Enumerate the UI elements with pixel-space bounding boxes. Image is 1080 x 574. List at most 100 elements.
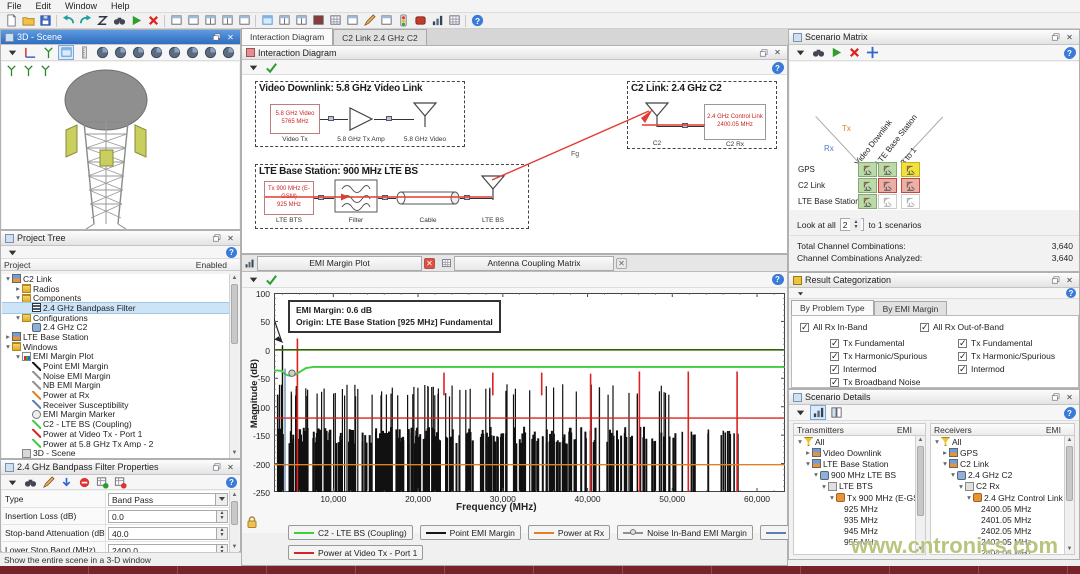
move-window-icon[interactable] (864, 45, 880, 60)
layout-left-icon[interactable] (276, 13, 292, 28)
help-icon[interactable]: ? (226, 247, 237, 258)
out-of-band-checkbox-intermod[interactable]: Intermod (958, 364, 1005, 374)
run-analysis-icon[interactable] (128, 13, 144, 28)
video-tx-component[interactable]: 5.8 GHz Video 5765 MHz (270, 104, 320, 134)
close-button[interactable]: ✕ (225, 233, 236, 243)
triad-icon[interactable] (22, 64, 35, 77)
float-button[interactable] (211, 233, 222, 243)
triad-icon[interactable] (5, 64, 18, 77)
pane-chart-icon[interactable] (810, 405, 826, 420)
lte-bts-component[interactable]: Tx 900 MHz (E-GSM) 925 MHz (264, 181, 314, 215)
sort-z-icon[interactable] (94, 13, 110, 28)
pencil-edit-icon[interactable] (361, 13, 377, 28)
in-band-checkbox-tx-harmonic-spurious[interactable]: Tx Harmonic/Spurious (830, 351, 927, 361)
tab-interaction-diagram[interactable]: Interaction Diagram (241, 28, 333, 45)
tree-item-3d-scene[interactable]: 3D - Scene (2, 448, 230, 458)
matrix-cell-0-2[interactable] (901, 162, 920, 177)
expander-icon[interactable]: ▾ (965, 494, 973, 502)
redo-icon[interactable] (77, 13, 93, 28)
matrix-cell-0-1[interactable] (878, 162, 897, 177)
tree-item-noise-emi-margin[interactable]: Noise EMI Margin (2, 371, 230, 381)
close-button[interactable]: ✕ (772, 48, 783, 58)
tree-item-2-4-ghz-c2[interactable]: 2.4 GHz C2 (2, 322, 230, 332)
caret-icon[interactable] (245, 272, 261, 287)
receivers-scrollbar[interactable]: ▲▼ (1064, 436, 1074, 554)
expander-icon[interactable]: ▾ (804, 460, 812, 468)
port-connector[interactable] (318, 195, 324, 200)
in-band-checkbox-tx-fundamental[interactable]: Tx Fundamental (830, 338, 904, 348)
view-right-icon[interactable] (166, 45, 182, 60)
tree-item-lte-bts[interactable]: ▾LTE BTS· (794, 481, 925, 492)
float-button[interactable] (1050, 392, 1061, 402)
pane-columns-icon[interactable] (828, 405, 844, 420)
help-icon[interactable]: ? (772, 63, 783, 74)
property-value-input[interactable]: 0.0 (108, 510, 217, 523)
interaction-canvas[interactable]: Video Downlink: 5.8 GHz Video Link 5.8 G… (243, 75, 787, 253)
axis-y-icon[interactable] (40, 45, 56, 60)
undo-icon[interactable] (60, 13, 76, 28)
expander-icon[interactable]: ▸ (14, 285, 22, 293)
close-button[interactable]: ✕ (1064, 392, 1075, 402)
property-value-input[interactable]: 40.0 (108, 527, 217, 540)
expander-icon[interactable]: ▾ (14, 314, 22, 322)
c2-rx-component[interactable]: 2.4 GHz Control Link 2400.05 MHz (704, 104, 766, 140)
all-rx-out-of-band-checkbox[interactable]: All Rx Out-of-Band (920, 322, 1004, 332)
tree-item-video-downlink[interactable]: ▸Video Downlink· (794, 447, 925, 458)
matrix-cell-0-0[interactable] (858, 162, 877, 177)
open-file-icon[interactable] (20, 13, 36, 28)
tab-by-emi-margin[interactable]: By EMI Margin (874, 301, 948, 315)
caret-icon[interactable] (792, 405, 808, 420)
tree-item-lte-base-station[interactable]: ▸LTE Base Station (2, 332, 230, 342)
close-button[interactable]: ✕ (225, 32, 236, 42)
view-front-icon[interactable] (112, 45, 128, 60)
close-emi-plot-tab[interactable]: ✕ (424, 258, 435, 269)
axis-lock-icon[interactable] (245, 515, 259, 529)
tree-item-configurations[interactable]: ▾Configurations (2, 313, 230, 323)
expander-icon[interactable]: ▾ (14, 294, 22, 302)
properties-scrollbar[interactable]: ▲▼ (229, 491, 239, 552)
port-connector[interactable] (682, 123, 688, 128)
window-new-icon[interactable] (168, 13, 184, 28)
dropdown-caret[interactable] (216, 493, 228, 506)
port-connector[interactable] (464, 195, 470, 200)
help-icon[interactable]: ? (1064, 48, 1075, 59)
tree-item-gps[interactable]: ▸GPS· (931, 447, 1074, 458)
tree-item-c2-link[interactable]: ▾C2 Link (2, 274, 230, 284)
float-button[interactable] (211, 32, 222, 42)
caret-icon[interactable] (792, 286, 808, 301)
tree-item-nb-emi-margin[interactable]: NB EMI Margin (2, 381, 230, 391)
port-connector[interactable] (386, 116, 392, 121)
find-binoculars-icon[interactable] (810, 45, 826, 60)
filter-symbol[interactable] (334, 179, 378, 213)
window-close-icon[interactable] (236, 13, 252, 28)
float-button[interactable] (758, 48, 769, 58)
all-rx-in-band-checkbox[interactable]: All Rx In-Band (800, 322, 867, 332)
tree-item-windows[interactable]: ▾Windows (2, 342, 230, 352)
layout-mini-icon[interactable] (378, 13, 394, 28)
legend-power-at-video-tx-port-1[interactable]: Power at Video Tx - Port 1 (288, 545, 423, 560)
layout-dark-icon[interactable] (310, 13, 326, 28)
spinner-buttons[interactable]: ▲▼ (217, 544, 228, 553)
tab-emi-margin-plot[interactable]: EMI Margin Plot (257, 256, 422, 271)
save-file-icon[interactable] (37, 13, 53, 28)
tree-item-receiver-susceptibility[interactable]: Receiver Susceptibility (2, 400, 230, 410)
legend-power-at-rx[interactable]: Power at Rx (528, 525, 610, 540)
tree-item-2-4-ghz-bandpass-filter[interactable]: 2.4 GHz Bandpass Filter (2, 303, 230, 313)
table-add-icon[interactable] (94, 475, 110, 490)
expander-icon[interactable]: ▸ (941, 449, 949, 457)
expander-icon[interactable]: ▸ (4, 333, 12, 341)
c2-link-block[interactable]: C2 Link: 2.4 GHz C2 2.4 GHz Control Link… (627, 81, 777, 149)
tree-item-point-emi-margin[interactable]: Point EMI Margin (2, 361, 230, 371)
tree-item-power-at-video-tx-port-1[interactable]: Power at Video Tx - Port 1 (2, 429, 230, 439)
float-button[interactable] (211, 462, 222, 472)
expander-icon[interactable]: ▸ (804, 449, 812, 457)
spinner-buttons[interactable]: ▲▼ (217, 527, 228, 540)
caret-icon[interactable] (245, 60, 261, 75)
close-button[interactable]: ✕ (1064, 275, 1075, 285)
tree-item-power-at-5-8-ghz-tx-amp-2[interactable]: Power at 5.8 GHz Tx Amp - 2 (2, 439, 230, 449)
expander-icon[interactable]: ▾ (4, 343, 12, 351)
legend-point-emi-margin[interactable]: Point EMI Margin (420, 525, 521, 540)
abort-icon[interactable] (145, 13, 161, 28)
window-tile-h-icon[interactable] (202, 13, 218, 28)
port-connector[interactable] (382, 195, 388, 200)
